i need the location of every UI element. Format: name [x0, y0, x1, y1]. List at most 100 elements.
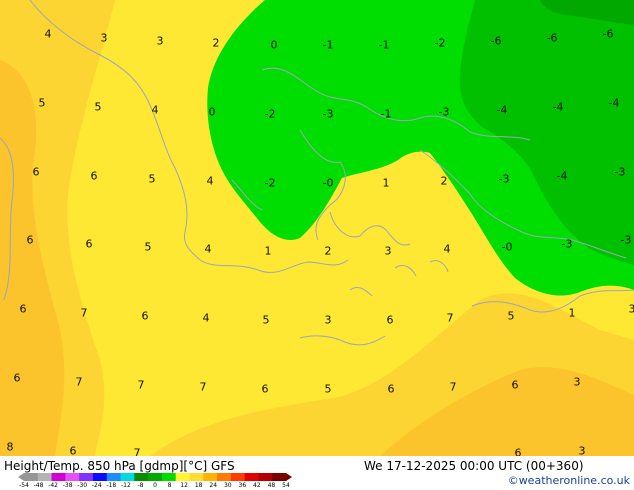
colorbar-tick-label: 54	[282, 482, 290, 489]
temp-value-label: 3	[324, 313, 332, 327]
temp-value-label: 6	[386, 313, 394, 327]
temp-value-label: 4	[204, 242, 212, 256]
temp-value-label: 4	[206, 174, 214, 188]
colorbar-tick-label: -24	[91, 482, 102, 489]
colorbar-tick-label: -8	[137, 482, 144, 489]
colorbar-tick-label: -48	[33, 482, 44, 489]
temp-value-label: 7	[80, 306, 88, 320]
colorbar-tick-label: 48	[267, 482, 276, 489]
temp-value-label: 1	[264, 244, 272, 258]
colorbar-tick-label: -12	[120, 482, 131, 489]
colorbar-tick-label: 24	[209, 482, 218, 489]
colorbar-segment	[258, 473, 273, 481]
colorbar-tick-label: 18	[194, 482, 203, 489]
temp-value-label: -3	[322, 107, 334, 121]
temp-value-label: 5	[324, 382, 332, 396]
temp-value-label: 6	[261, 382, 269, 396]
colorbar-arrow-left	[18, 473, 24, 481]
temp-value-label: 2	[324, 244, 332, 258]
temp-value-label: -3	[498, 172, 510, 186]
colorbar-segment	[92, 473, 108, 481]
temp-value-label: 3	[573, 375, 581, 389]
colorbar-arrow-right	[286, 473, 292, 481]
colorbar-segment	[217, 473, 232, 481]
temp-value-label: -6	[546, 31, 558, 45]
colorbar-segment	[106, 473, 122, 481]
colorbar-segment	[161, 473, 177, 481]
temp-value-label: -1	[378, 38, 390, 52]
temp-value-label: -2	[264, 176, 276, 190]
colorbar-segment	[120, 473, 135, 481]
colorbar-segment	[244, 473, 259, 481]
map-canvas	[0, 0, 634, 456]
colorbar-tick-label: 30	[223, 482, 232, 489]
temp-value-label: 5	[507, 309, 515, 323]
temp-value-label: 3	[628, 302, 634, 316]
temp-value-label: 4	[443, 242, 451, 256]
temp-value-label: 6	[90, 169, 98, 183]
temp-value-label: 6	[69, 444, 77, 457]
credit-link[interactable]: ©weatheronline.co.uk	[508, 475, 630, 486]
map-title: Height/Temp. 850 hPa [gdmp][°C] GFS	[4, 459, 235, 473]
temp-value-label: -6	[602, 27, 614, 41]
temp-value-label: -3	[561, 237, 573, 251]
temp-value-label: 7	[446, 311, 454, 325]
colorbar-segment	[203, 473, 218, 481]
temp-value-label: -4	[552, 100, 564, 114]
temp-value-label: -2	[264, 107, 276, 121]
temp-value-label: -4	[556, 169, 568, 183]
colorbar-segment	[189, 473, 204, 481]
colorbar-tick-label: 42	[253, 482, 261, 489]
temp-value-label: 3	[100, 31, 108, 45]
colorbar-segment	[51, 473, 66, 481]
temp-value-label: -3	[620, 233, 632, 247]
colorbar-tick-label: -30	[77, 482, 88, 489]
temp-value-label: 6	[19, 302, 27, 316]
colorbar-tick-label: -54	[19, 482, 29, 489]
colorbar-segment	[65, 473, 80, 481]
colorbar-tick-label: 8	[167, 482, 172, 489]
colorbar-ticks: -54 -48 -42 -38 -30 -24 -18 -12 -8 0 8 12 18 24 30 36 42…	[18, 483, 292, 490]
temp-value-label: 5	[38, 96, 46, 110]
colorbar-segment	[134, 473, 149, 481]
colorbar-segment	[175, 473, 190, 481]
temp-value-label: 3	[578, 444, 586, 457]
colorbar-segment	[24, 473, 39, 481]
temp-value-label: 6	[32, 165, 40, 179]
temp-value-label: 5	[148, 172, 156, 186]
temp-value-label: 5	[94, 100, 102, 114]
forecast-timestamp: We 17-12-2025 00:00 UTC (00+360)	[364, 459, 584, 473]
temp-value-label: 0	[270, 38, 278, 52]
temp-value-label: -1	[322, 38, 334, 52]
temp-value-label: 4	[151, 103, 159, 117]
temp-value-label: 6	[13, 371, 21, 385]
temp-value-label: 7	[133, 446, 141, 457]
temp-value-label: -1	[380, 107, 392, 121]
colorbar	[18, 473, 292, 481]
colorbar-tick-label: 12	[180, 482, 188, 489]
temp-value-label: -0	[322, 176, 334, 190]
colorbar-segment	[148, 473, 163, 481]
temp-value-label: 0	[208, 105, 216, 119]
temp-value-label: 7	[137, 378, 145, 392]
temp-value-label: 6	[511, 378, 519, 392]
colorbar-tick-label: -42	[48, 482, 59, 489]
temp-value-label: 4	[44, 27, 52, 41]
temp-value-label: 6	[387, 382, 395, 396]
colorbar-segment	[79, 473, 94, 481]
temperature-map: 4 3 3 2 0 -1 -1 -2 -6 -6 -6 5 5 4 0 -2 -3 -1 -3 -4 -4 -4 6 6 5 4 -…	[0, 0, 634, 456]
temp-value-label: 7	[199, 380, 207, 394]
temp-value-label: 8	[6, 440, 14, 454]
colorbar-tick-label: -18	[106, 482, 117, 489]
temp-value-label: 4	[202, 311, 210, 325]
temp-value-label: 7	[449, 380, 457, 394]
temp-value-label: -3	[438, 105, 450, 119]
temp-value-label: 6	[26, 233, 34, 247]
temp-value-label: -6	[490, 34, 502, 48]
map-footer: Height/Temp. 850 hPa [gdmp][°C] GFS We 1…	[0, 456, 634, 490]
temp-value-label: 6	[514, 446, 522, 457]
colorbar-tick-label: -38	[62, 482, 73, 489]
colorbar-segment	[272, 473, 287, 481]
temp-value-label: -4	[608, 96, 620, 110]
colorbar-tick-label: 0	[153, 482, 157, 489]
